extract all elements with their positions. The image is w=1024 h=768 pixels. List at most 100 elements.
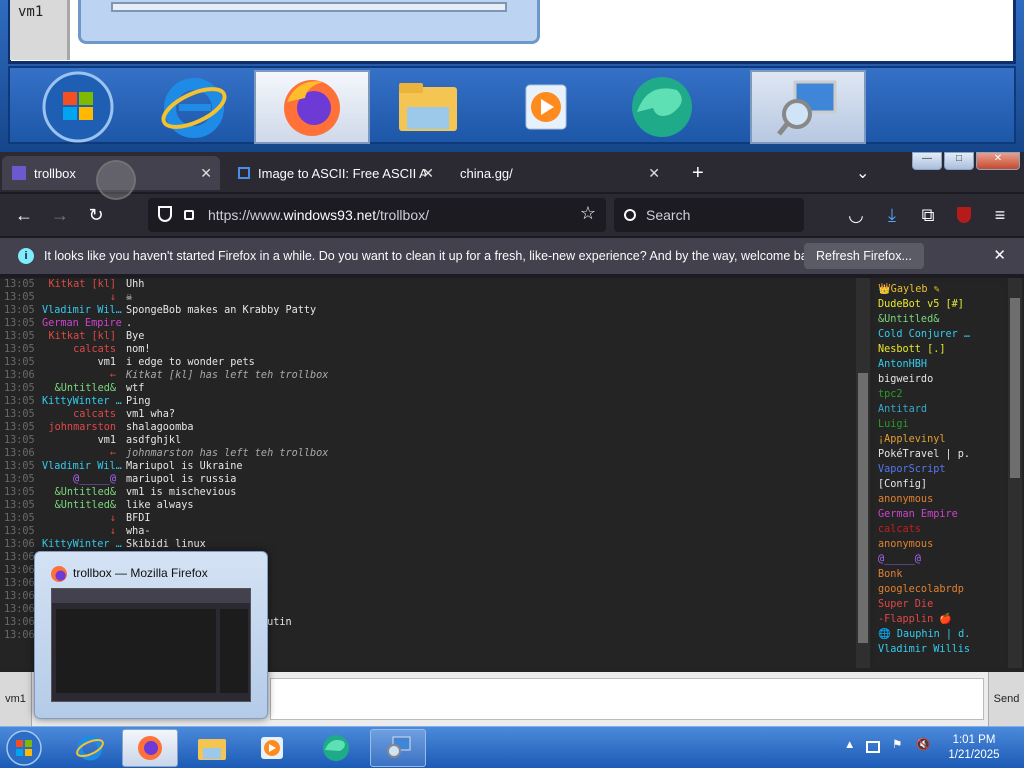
user-list-item[interactable]: Super Die [878,597,1006,612]
downloads-icon[interactable]: ⤓ [876,199,908,231]
new-tab-button[interactable]: + [682,156,714,190]
user-list-item[interactable]: calcats [878,522,1006,537]
user-list-item[interactable]: Bonk [878,567,1006,582]
pocket-icon[interactable]: ◡ [840,199,872,231]
clock[interactable]: 1:01 PM 1/21/2025 [944,733,1004,763]
minimize-button[interactable]: — [912,152,942,170]
user-list-item[interactable]: anonymous [878,492,1006,507]
tab-close-icon[interactable]: ✕ [648,165,660,182]
taskbar-edge-icon[interactable] [308,729,364,767]
back-button[interactable]: ← [8,199,40,231]
edge-browser-icon[interactable] [604,70,720,144]
message-nick[interactable]: calcats [42,343,126,356]
extensions-icon[interactable]: ⧉ [912,199,944,231]
user-list-item[interactable]: Cold Conjurer … [878,327,1006,342]
taskbar-file-explorer-icon[interactable] [184,729,240,767]
user-list-item[interactable]: @_____@ [878,552,1006,567]
message-nick[interactable]: ↓ [42,291,126,304]
message-nick[interactable]: Kitkat [kl] [42,278,126,291]
user-list-item[interactable]: bigweirdo [878,372,1006,387]
taskbar-firefox-icon[interactable] [122,729,178,767]
user-list-item[interactable]: Luigi [878,417,1006,432]
message-nick[interactable]: Vladimir Wil… [42,304,126,317]
lock-icon[interactable] [184,210,194,220]
network-icon[interactable] [866,741,880,753]
message-nick[interactable]: ↓ [42,512,126,525]
ublock-origin-icon[interactable] [948,199,980,231]
firefox-icon[interactable] [254,70,370,144]
message-time: 13:05 [4,331,35,342]
user-list-item[interactable]: googlecolabrdp [878,582,1006,597]
taskbar-thumbnail-preview[interactable]: trollbox — Mozilla Firefox [34,551,268,719]
start-orb-icon[interactable] [20,70,136,144]
user-list-item[interactable]: 👑Gayleb ✎ [878,282,1006,297]
internet-explorer-icon[interactable] [136,70,252,144]
user-list-item[interactable]: anonymous [878,537,1006,552]
url-text[interactable]: https://www.windows93.net/trollbox/ [208,207,429,223]
user-list-item[interactable]: Vladimir Willis [878,642,1006,657]
tracking-shield-icon[interactable] [158,206,172,222]
user-list-scrollbar[interactable] [1008,278,1022,668]
message-nick[interactable]: ← [42,447,126,460]
message-nick[interactable]: Kitkat [kl] [42,330,126,343]
user-list-item[interactable]: 🌐 Dauphin | d. [878,627,1006,642]
tab-image-to-ascii[interactable]: Image to ASCII: Free ASCII Art C ✕ [228,156,442,190]
message-nick[interactable]: Vladimir Wil… [42,460,126,473]
message-nick[interactable]: @_____@ [42,473,126,486]
message-input[interactable] [270,678,984,720]
user-list-item[interactable]: DudeBot v5 [#] [878,297,1006,312]
user-list-item[interactable]: VaporScript [878,462,1006,477]
message-nick[interactable]: KittyWinter … [42,538,126,551]
user-list-item[interactable]: German Empire [878,507,1006,522]
tab-close-icon[interactable]: ✕ [422,165,434,182]
nickname-button[interactable]: vm1 [0,672,32,726]
close-window-button[interactable]: ✕ [976,152,1020,170]
tab-china-gg[interactable]: china.gg/ ✕ [450,156,668,190]
message-nick[interactable]: johnmarston [42,421,126,434]
message-nick[interactable]: ← [42,369,126,382]
message-nick[interactable]: calcats [42,408,126,421]
message-nick[interactable]: &Untitled& [42,382,126,395]
message-nick[interactable]: ↓ [42,525,126,538]
reload-button[interactable]: ↻ [80,199,112,231]
message-nick[interactable]: &Untitled& [42,486,126,499]
tab-close-icon[interactable]: ✕ [200,165,212,182]
media-player-icon[interactable] [488,70,604,144]
action-center-flag-icon[interactable]: ⚑ [892,737,902,751]
refresh-firefox-button[interactable]: Refresh Firefox... [804,243,924,269]
volume-muted-icon[interactable]: 🔇 [916,737,930,751]
file-explorer-icon[interactable] [370,70,486,144]
user-list-item[interactable]: AntonHBH [878,357,1006,372]
user-list-item[interactable]: PokéTravel | p. [878,447,1006,462]
message-nick[interactable]: KittyWinter … [42,395,126,408]
taskbar-remote-desktop-icon[interactable] [370,729,426,767]
show-hidden-icons-icon[interactable]: ▲ [844,739,855,751]
user-list-item[interactable]: -Flapplin 🍎 [878,612,1006,627]
url-bar[interactable]: https://www.windows93.net/trollbox/ ☆ [148,198,606,232]
user-list-item[interactable]: Antitard [878,402,1006,417]
message-time: 13:05 [4,409,35,420]
user-list-item[interactable]: tpc2 [878,387,1006,402]
user-list-item[interactable]: ¡Applevinyl [878,432,1006,447]
bookmark-star-icon[interactable]: ☆ [580,203,596,224]
chat-scrollbar[interactable] [856,278,870,668]
menu-hamburger-icon[interactable]: ≡ [984,199,1016,231]
message-nick[interactable]: vm1 [42,434,126,447]
user-list-item[interactable]: [Config] [878,477,1006,492]
forward-button[interactable]: → [44,199,76,231]
user-list-item[interactable]: Nesbott [.] [878,342,1006,357]
message-nick[interactable]: &Untitled& [42,499,126,512]
message-text: nom! [126,344,151,355]
taskbar-media-player-icon[interactable] [244,729,300,767]
notification-close-icon[interactable]: ✕ [993,246,1006,264]
start-button[interactable] [4,729,44,767]
send-button[interactable]: Send [988,672,1024,726]
user-list-item[interactable]: &Untitled& [878,312,1006,327]
taskbar-internet-explorer-icon[interactable] [62,729,118,767]
search-box[interactable]: Search [614,198,804,232]
message-nick[interactable]: vm1 [42,356,126,369]
message-nick[interactable]: German Empire [42,317,126,330]
remote-desktop-icon[interactable] [750,70,866,144]
list-all-tabs-button[interactable]: ⌄ [846,156,879,190]
maximize-button[interactable]: □ [944,152,974,170]
